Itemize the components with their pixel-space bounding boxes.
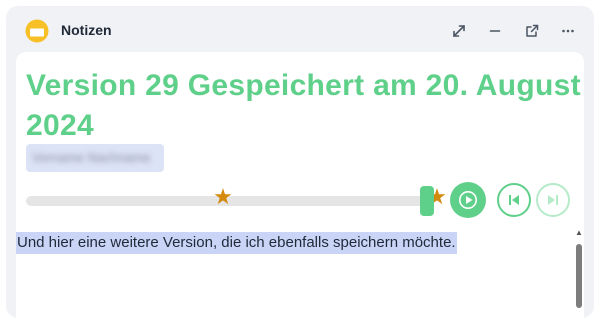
more-button[interactable] <box>556 19 580 43</box>
expand-button[interactable] <box>447 19 471 43</box>
app-title: Notizen <box>61 22 112 38</box>
next-version-button[interactable] <box>536 183 570 217</box>
note-card: Version 29 Gespeichert am 20. August 202… <box>16 52 584 318</box>
more-icon <box>562 29 574 33</box>
play-button[interactable] <box>450 182 486 218</box>
version-title: Version 29 Gespeichert am 20. August 202… <box>26 69 581 142</box>
skip-next-icon <box>548 195 558 205</box>
star-icon[interactable]: ★ <box>212 186 234 208</box>
editor-selected-text[interactable]: Und hier eine weitere Version, die ich e… <box>16 232 457 254</box>
timeline-handle[interactable] <box>420 186 434 216</box>
scrollbar-thumb[interactable] <box>576 244 582 308</box>
author-name: Vorname Nachname <box>32 150 151 165</box>
minimize-button[interactable] <box>483 19 507 43</box>
skip-previous-icon <box>509 195 519 205</box>
notes-icon <box>25 19 49 43</box>
minimize-icon <box>489 30 501 32</box>
previous-version-button[interactable] <box>497 183 531 217</box>
play-icon <box>459 191 477 209</box>
notes-panel: Notizen Version 29 Gespeichert am 20. Au… <box>6 6 594 318</box>
expand-icon <box>453 25 465 37</box>
author-name-blurred: Vorname Nachname <box>26 144 164 172</box>
scroll-up-arrow-icon[interactable]: ▲ <box>574 228 584 238</box>
panel-header: Notizen <box>6 6 594 56</box>
open-external-button[interactable] <box>520 19 544 43</box>
external-link-icon <box>526 24 539 37</box>
